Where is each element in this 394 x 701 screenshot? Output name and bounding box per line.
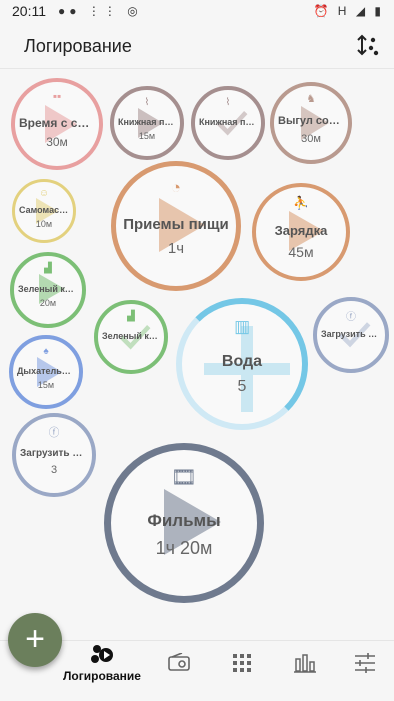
notification-icons: ●● ⋮⋮ ◎ <box>58 4 142 18</box>
bubble-exercise[interactable]: ⛹ Зарядка 45м <box>252 183 350 281</box>
bubble-label: Зеленый кокт. <box>18 283 81 294</box>
signal-icon: ◢ <box>355 4 369 18</box>
broom-icon: ⌇ <box>144 96 150 108</box>
bar-chart-icon <box>294 654 316 673</box>
bubble-breathing[interactable]: ♠ Дыхательная . 15м <box>9 335 83 409</box>
nav-item-logging[interactable]: Логирование <box>62 641 142 701</box>
system-icons: ⏰ H ◢ ▮ <box>314 4 385 18</box>
bubble-duration: 10м <box>35 219 53 230</box>
family-icon: ▪▪ <box>52 90 62 104</box>
bubble-label: Выгул собаки <box>278 115 348 128</box>
pizza-icon: ◔ <box>170 178 182 197</box>
bubble-duration: 1ч <box>167 239 185 257</box>
sort-icon[interactable] <box>354 32 380 60</box>
bubble-duration: 15м <box>138 131 156 142</box>
massage-icon: ☺ <box>38 187 50 199</box>
bubble-label: Книжная полка <box>118 116 180 127</box>
nav-item-grid[interactable] <box>224 641 264 701</box>
bubble-label: Зарядка <box>274 222 328 238</box>
blender-icon: ▟ <box>127 310 135 322</box>
nav-label-logging: Логирование <box>63 669 141 683</box>
bubble-upload-photo-1[interactable]: ⓕ Загрузить фото. <box>313 297 389 373</box>
facebook-icon: ⓕ <box>48 426 60 439</box>
bubble-self-massage[interactable]: ☺ Самомассаж 10м <box>12 179 76 243</box>
app-bar: Логирование <box>0 24 394 69</box>
status-bar: 20:11 ●● ⋮⋮ ◎ ⏰ H ◢ ▮ <box>0 0 394 24</box>
battery-icon: ▮ <box>374 4 384 18</box>
bubble-bookshelf-2[interactable]: ⌇ Книжная полка <box>191 86 265 160</box>
bubble-bookshelf-1[interactable]: ⌇ Книжная полка 15м <box>110 86 184 160</box>
bubble-family[interactable]: ▪▪ Время с семьей 30м <box>11 78 103 170</box>
bubble-duration: 45м <box>288 243 314 260</box>
bubble-green-cocktail-2[interactable]: ▟ Зеленый кокте. <box>94 300 168 374</box>
dog-icon: ♞ <box>306 94 316 106</box>
network-type: H <box>337 4 350 18</box>
bubble-label: Книжная полка <box>199 116 261 127</box>
bubble-green-cocktail-1[interactable]: ▟ Зеленый кокт. 20м <box>10 252 86 328</box>
bubble-meals[interactable]: ◔ Приемы пищи 1ч <box>111 161 241 291</box>
film-icon: 🎞 <box>171 465 197 489</box>
bubble-movies[interactable]: 🎞 Фильмы 1ч 20м <box>104 443 264 603</box>
blender-icon: ▟ <box>44 262 52 274</box>
glass-icon: ▥ <box>234 317 250 336</box>
grid-icon <box>233 654 251 672</box>
lungs-icon: ♠ <box>43 345 49 357</box>
bubble-label: Приемы пищи <box>123 215 229 233</box>
bubble-label: Дыхательная . <box>17 365 79 376</box>
bubble-duration: 1ч 20м <box>155 538 213 559</box>
nav-item-stats[interactable] <box>286 641 326 701</box>
bubble-duration: 20м <box>39 298 57 309</box>
bubble-count: 5 <box>237 378 247 396</box>
status-time: 20:11 <box>12 3 46 19</box>
facebook-icon: ⓕ <box>346 311 356 323</box>
radio-icon <box>168 653 190 671</box>
bubble-count: 3 <box>50 464 58 476</box>
add-activity-button[interactable]: + <box>8 613 62 667</box>
nav-item-radio[interactable] <box>160 641 200 701</box>
bubble-label: Зеленый кокте. <box>102 330 164 341</box>
bubble-water[interactable]: ▥ Вода 5 <box>176 298 308 430</box>
bubble-duration: 15м <box>37 380 55 391</box>
bubble-label: Фильмы <box>147 511 221 531</box>
page-title: Логирование <box>24 36 132 56</box>
bubble-duration: 30м <box>301 132 321 145</box>
broom-icon: ⌇ <box>225 96 231 108</box>
bubble-label: Загрузить фото. <box>321 328 385 339</box>
sync-icon: ◎ <box>127 4 142 18</box>
nav-item-settings[interactable] <box>348 641 388 701</box>
podcast-icon: ⋮⋮ <box>87 4 120 18</box>
exercise-icon: ⛹ <box>293 196 309 210</box>
bubble-label: Время с семьей <box>19 115 99 130</box>
sliders-icon <box>355 653 375 673</box>
dots-icon: ●● <box>58 4 81 18</box>
bubble-duration: 30м <box>46 134 68 149</box>
logging-icon <box>91 645 113 663</box>
bubble-label: Вода <box>221 352 263 370</box>
bubble-upload-photo-2[interactable]: ⓕ Загрузить фото. 3 <box>12 413 96 497</box>
bubble-label: Загрузить фото. <box>20 448 92 459</box>
bubble-dog-walk[interactable]: ♞ Выгул собаки 30м <box>270 82 352 164</box>
bubble-label: Самомассаж <box>19 204 73 215</box>
alarm-icon: ⏰ <box>313 4 332 18</box>
